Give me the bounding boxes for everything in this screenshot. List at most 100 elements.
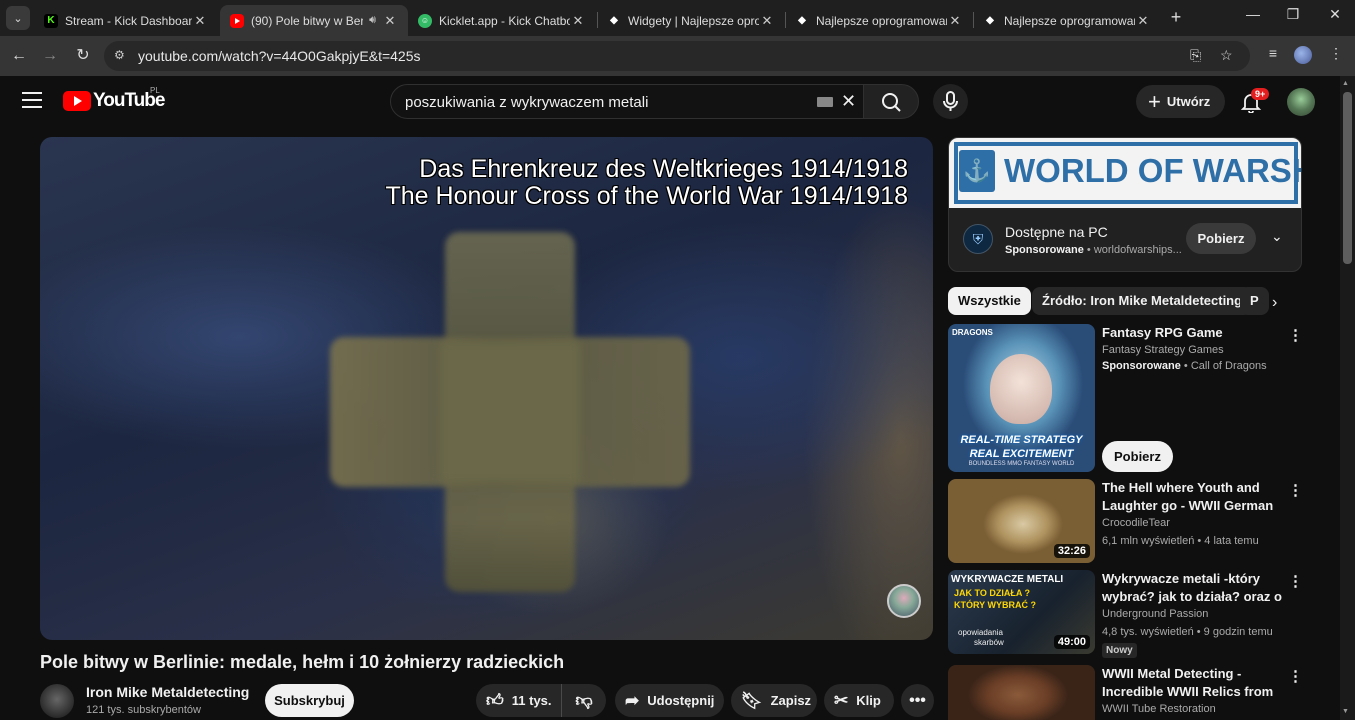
recommendation-item[interactable]: WWII Metal Detecting - Incredible WWII R… [948, 665, 1340, 720]
tab-close-icon[interactable]: ✕ [1135, 13, 1151, 29]
save-button[interactable]: 🔖︎ Zapisz [731, 684, 817, 717]
video-title: Pole bitwy w Berlinie: medale, hełm i 10… [40, 652, 565, 672]
speaker-icon[interactable]: 🔊︎ [369, 14, 376, 27]
address-bar[interactable]: ⚙ youtube.com/watch?v=44O0GakpjyE&t=425s… [104, 41, 1250, 71]
url-text[interactable]: youtube.com/watch?v=44O0GakpjyE&t=425s [138, 48, 421, 64]
tab-close-icon[interactable]: ✕ [382, 13, 398, 29]
subscribe-button[interactable]: Subskrybuj [265, 684, 354, 717]
search-button[interactable] [863, 84, 919, 119]
recommendation-item[interactable]: 32:26 The Hell where Youth and Laughter … [948, 479, 1340, 564]
video-thumbnail[interactable]: WYKRYWACZE METALI JAK TO DZIAŁA ? KTÓRY … [948, 570, 1095, 654]
user-avatar[interactable] [1287, 88, 1315, 116]
browser-tab-youtube[interactable]: (90) Pole bitwy w Berlin 🔊︎ ✕ [220, 5, 408, 36]
scrollbar-thumb[interactable] [1343, 92, 1352, 264]
search-query-text[interactable]: poszukiwania z wykrywaczem metali [405, 94, 648, 111]
browser-tab-najlepsze-1[interactable]: ◆ Najlepsze oprogramowanie ✕ [785, 5, 973, 36]
browser-tab-najlepsze-2[interactable]: ◆ Najlepsze oprogramowanie ✕ [973, 5, 1161, 36]
video-thumbnail[interactable] [948, 665, 1095, 720]
tab-title: Stream - Kick Dashboard [65, 13, 192, 28]
more-vertical-icon[interactable]: ⋮ [1288, 667, 1303, 685]
bookmark-star-icon[interactable]: ☆ [1220, 47, 1233, 64]
ad-domain: worldofwarships... [1093, 244, 1182, 256]
hamburger-menu-icon[interactable] [22, 92, 42, 108]
recommendation-title[interactable]: The Hell where Youth and Laughter go - W… [1102, 479, 1282, 515]
thumbs-down-icon: 👎︎ [575, 691, 593, 710]
sponsored-ad-card[interactable]: ⚓ WORLD OF WARSHIPS ⛨ Dostępne na PC Spo… [948, 137, 1302, 272]
tab-close-icon[interactable]: ✕ [570, 13, 586, 29]
browser-menu-icon[interactable]: ⋮ [1325, 45, 1347, 67]
thumbnail-text: BOUNDLESS MMO FANTASY WORLD [968, 461, 1075, 467]
install-app-icon[interactable]: ⎘ [1190, 47, 1201, 64]
channel-name[interactable]: Iron Mike Metaldetecting [86, 684, 249, 700]
browser-profile-icon[interactable] [1294, 46, 1312, 64]
voice-search-button[interactable] [933, 84, 968, 119]
recommendation-channel[interactable]: CrocodileTear [1102, 515, 1170, 532]
clear-search-icon[interactable]: ✕ [841, 91, 856, 112]
more-vertical-icon[interactable]: ⋮ [1288, 572, 1303, 590]
recommendation-title[interactable]: Fantasy RPG Game [1102, 324, 1282, 342]
more-vertical-icon[interactable]: ⋮ [1288, 326, 1303, 344]
keyboard-icon[interactable] [817, 97, 833, 107]
browser-tab-kick-dashboard[interactable]: K Stream - Kick Dashboard ✕ [34, 5, 218, 36]
channel-avatar[interactable] [40, 684, 74, 718]
recommendation-title[interactable]: Wykrywacze metali -który wybrać? jak to … [1102, 570, 1282, 606]
like-button[interactable]: 👍︎ 11 tys. [476, 684, 562, 717]
forward-icon[interactable]: → [39, 45, 61, 67]
recommendation-channel[interactable]: Underground Passion [1102, 606, 1208, 623]
back-icon[interactable]: ← [8, 45, 30, 67]
video-duration: 49:00 [1053, 635, 1090, 649]
thumbnail-text: JAK TO DZIAŁA ? [954, 588, 1030, 598]
scroll-up-icon[interactable]: ▲ [1342, 80, 1349, 87]
recommendation-title[interactable]: WWII Metal Detecting - Incredible WWII R… [1102, 665, 1282, 701]
video-thumbnail[interactable]: DRAGONS REAL-TIME STRATEGY REAL EXCITEME… [948, 324, 1095, 472]
search-input[interactable]: poszukiwania z wykrywaczem metali ✕ [390, 84, 864, 119]
new-badge: Nowy [1102, 643, 1137, 658]
chevron-right-icon[interactable]: › [1272, 294, 1277, 312]
site-info-icon[interactable]: ⚙ [114, 48, 130, 64]
clip-button[interactable]: ✂ Klip [824, 684, 894, 717]
ad-banner[interactable]: ⚓ WORLD OF WARSHIPS [949, 138, 1301, 208]
chip-source-channel[interactable]: Źródło: Iron Mike Metaldetecting [1032, 287, 1253, 315]
advertiser-logo[interactable]: ⛨ [963, 224, 993, 254]
chevron-down-icon[interactable]: ⌄ [1271, 228, 1283, 245]
chip-all[interactable]: Wszystkie [948, 287, 1031, 315]
ad-title: Dostępne na PC [1005, 224, 1108, 240]
thumbnail-text: REAL-TIME STRATEGY [960, 434, 1083, 446]
ad-download-button[interactable]: Pobierz [1102, 441, 1173, 472]
recommendation-channel[interactable]: WWII Tube Restoration [1102, 701, 1216, 718]
channel-watermark[interactable] [887, 584, 921, 618]
dislike-button[interactable]: 👎︎ [562, 690, 606, 711]
sponsored-label: Sponsorowane [1102, 360, 1181, 372]
video-duration: 32:26 [1053, 544, 1090, 558]
video-thumbnail[interactable]: 32:26 [948, 479, 1095, 563]
clip-label: Klip [856, 693, 881, 708]
media-controls-icon[interactable]: ≡ [1262, 45, 1284, 67]
browser-tab-widgety[interactable]: ◆ Widgety | Najlepsze oprog ✕ [597, 5, 785, 36]
scroll-down-icon[interactable]: ▼ [1342, 708, 1349, 715]
more-actions-button[interactable]: ••• [901, 684, 934, 717]
minimize-icon[interactable]: — [1238, 6, 1268, 22]
new-tab-button[interactable]: + [1166, 8, 1186, 28]
video-player[interactable]: Das Ehrenkreuz des Weltkrieges 1914/1918… [40, 137, 933, 640]
sponsor-line: Sponsorowane • Call of Dragons [1102, 360, 1267, 372]
ad-download-button[interactable]: Pobierz [1186, 223, 1256, 254]
chip-more[interactable]: P [1240, 287, 1269, 315]
create-button[interactable]: + Utwórz [1136, 85, 1225, 118]
restore-icon[interactable]: ❐ [1278, 6, 1308, 23]
share-button[interactable]: ➦ Udostępnij [615, 684, 724, 717]
more-vertical-icon[interactable]: ⋮ [1288, 481, 1303, 499]
tab-search-button[interactable]: ⌄ [6, 6, 30, 30]
recommendation-item[interactable]: WYKRYWACZE METALI JAK TO DZIAŁA ? KTÓRY … [948, 570, 1340, 658]
close-window-icon[interactable]: ✕ [1320, 6, 1350, 23]
thumbnail-text: KTÓRY WYBRAĆ ? [954, 600, 1036, 610]
reload-icon[interactable]: ↻ [72, 45, 94, 67]
youtube-logo[interactable]: YouTube PL [63, 86, 165, 111]
country-code: PL [150, 86, 160, 95]
recommendation-ad[interactable]: DRAGONS REAL-TIME STRATEGY REAL EXCITEME… [948, 324, 1340, 474]
tab-close-icon[interactable]: ✕ [947, 13, 963, 29]
tab-close-icon[interactable]: ✕ [759, 13, 775, 29]
tab-title: (90) Pole bitwy w Berlin [251, 13, 364, 28]
tab-close-icon[interactable]: ✕ [192, 13, 208, 29]
sponsored-label: Sponsorowane [1005, 244, 1084, 256]
browser-tab-kicklet[interactable]: ☺ Kicklet.app - Kick Chatbot ✕ [408, 5, 596, 36]
